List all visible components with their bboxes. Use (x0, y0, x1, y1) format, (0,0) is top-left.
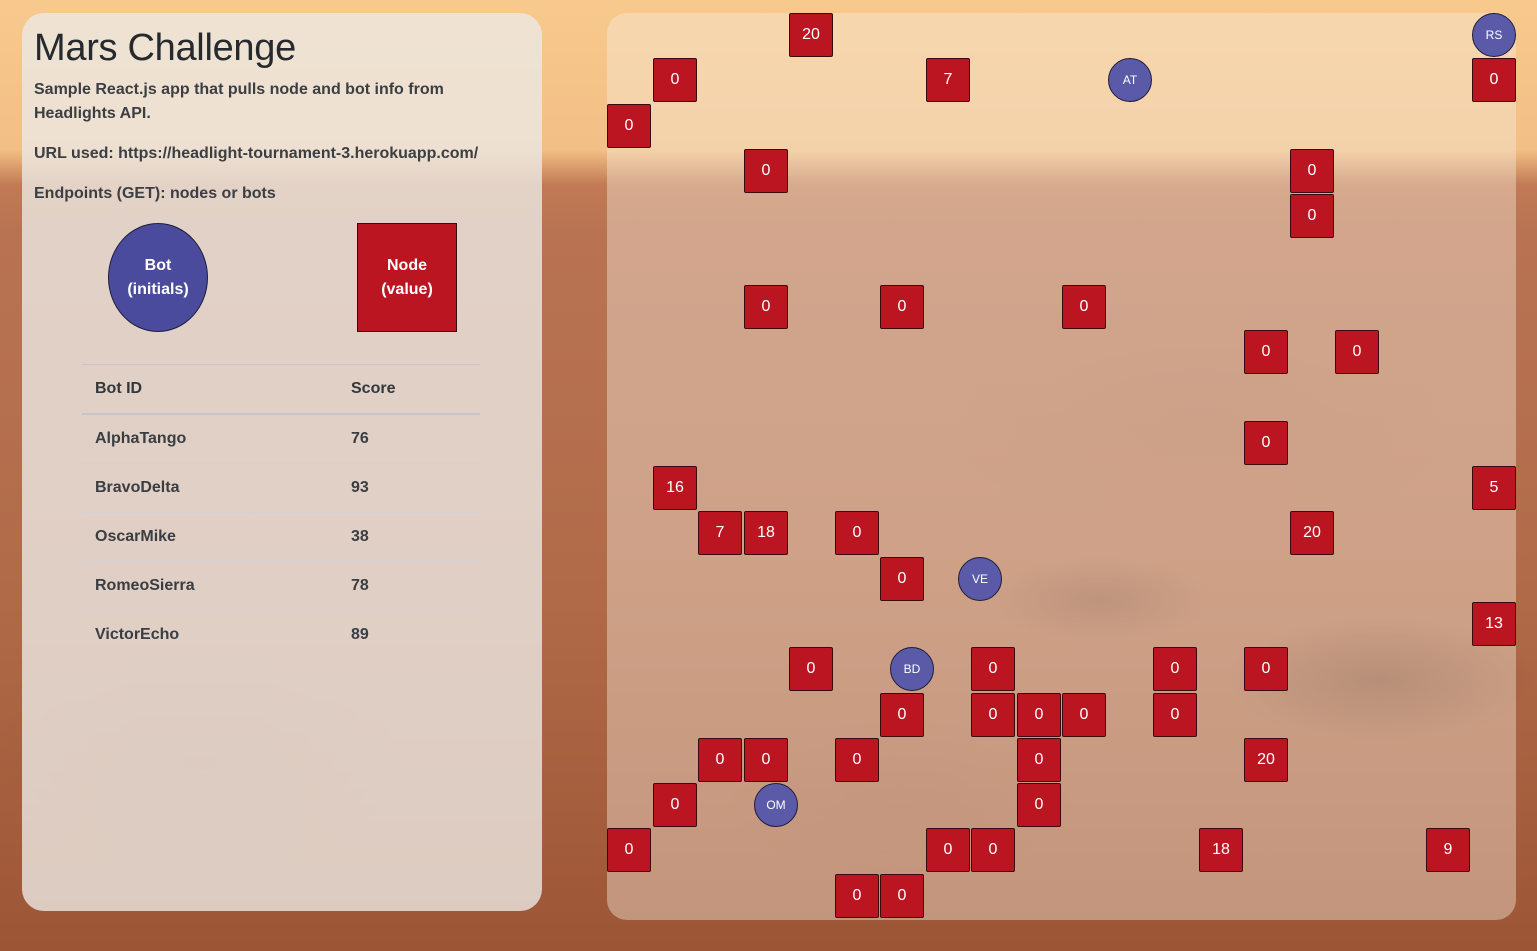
node-tile: 9 (1426, 828, 1470, 872)
node-tile: 0 (607, 104, 651, 148)
node-tile: 0 (926, 828, 970, 872)
node-tile: 0 (1290, 194, 1334, 238)
node-tile: 18 (1199, 828, 1243, 872)
node-tile: 0 (1062, 285, 1106, 329)
node-tile: 0 (1244, 647, 1288, 691)
node-tile: 0 (971, 828, 1015, 872)
node-tile: 0 (971, 647, 1015, 691)
score-cell: 38 (338, 512, 480, 562)
bot-id-cell: AlphaTango (82, 414, 338, 464)
legend: Bot (initials) Node (value) (22, 223, 542, 333)
node-tile: 20 (1244, 738, 1288, 782)
node-tile: 0 (1472, 58, 1516, 102)
node-tile: 0 (1244, 421, 1288, 465)
node-tile: 0 (1017, 783, 1061, 827)
bot-id-cell: VictorEcho (95, 626, 180, 643)
node-tile: 0 (789, 647, 833, 691)
node-tile: 0 (653, 783, 697, 827)
node-tile: 0 (971, 693, 1015, 737)
info-panel: Mars Challenge Sample React.js app that … (22, 13, 542, 911)
score-cell: 78 (338, 561, 480, 611)
url-line: URL used: https://headlight-tournament-3… (34, 145, 479, 162)
node-tile: 0 (1244, 330, 1288, 374)
node-tile: 0 (1017, 693, 1061, 737)
bot-marker: BD (890, 647, 934, 691)
node-tile: 0 (744, 149, 788, 193)
node-tile: 0 (880, 557, 924, 601)
node-tile: 18 (744, 511, 788, 555)
page-title: Mars Challenge (34, 27, 296, 69)
node-tile: 0 (1335, 330, 1379, 374)
node-tile: 0 (1062, 693, 1106, 737)
node-tile: 0 (1017, 738, 1061, 782)
table-header-row: Bot ID Score (82, 364, 480, 415)
app-description: Sample React.js app that pulls node and … (34, 81, 444, 122)
node-tile: 0 (744, 738, 788, 782)
node-tile: 0 (744, 285, 788, 329)
bot-marker: VE (958, 557, 1002, 601)
node-tile: 0 (835, 511, 879, 555)
table-row: VictorEcho 89 (82, 611, 480, 660)
legend-node: Node (value) (357, 223, 457, 332)
table-row: OscarMike 38 (82, 512, 480, 562)
node-tile: 0 (1290, 149, 1334, 193)
node-tile: 0 (835, 874, 879, 918)
node-tile: 0 (653, 58, 697, 102)
table-row: RomeoSierra 78 (82, 561, 480, 611)
table-row: BravoDelta 93 (82, 463, 480, 513)
column-header-bot-id: Bot ID (82, 364, 338, 415)
legend-bot: Bot (initials) (108, 223, 208, 332)
bot-marker: RS (1472, 13, 1516, 57)
node-tile: 0 (880, 693, 924, 737)
node-tile: 0 (1153, 647, 1197, 691)
score-table: Bot ID Score AlphaTango 76 BravoDelta 93… (82, 364, 480, 659)
bot-id-cell: OscarMike (82, 512, 338, 562)
node-tile: 5 (1472, 466, 1516, 510)
node-tile: 0 (698, 738, 742, 782)
endpoints-line: Endpoints (GET): nodes or bots (34, 185, 276, 202)
node-tile: 16 (653, 466, 697, 510)
score-cell: 76 (338, 414, 480, 464)
column-header-score: Score (338, 364, 480, 415)
score-cell: 93 (338, 463, 480, 513)
bot-marker: AT (1108, 58, 1152, 102)
node-tile: 20 (789, 13, 833, 57)
node-tile: 7 (926, 58, 970, 102)
node-tile: 7 (698, 511, 742, 555)
node-tile: 20 (1290, 511, 1334, 555)
table-row: AlphaTango 76 (82, 414, 480, 464)
map-grid: 20 0 7 0 0 0 0 0 0 0 0 0 0 0 16 5 7 18 0 20 0 13 0 0 0 0 0 0 0 0 0 0 0 0 0… (607, 13, 1537, 951)
node-tile: 0 (880, 285, 924, 329)
bot-id-cell: RomeoSierra (82, 561, 338, 611)
node-tile: 0 (1153, 693, 1197, 737)
node-tile: 0 (835, 738, 879, 782)
bot-id-cell: BravoDelta (82, 463, 338, 513)
node-tile: 13 (1472, 602, 1516, 646)
node-tile: 0 (607, 828, 651, 872)
node-tile: 0 (880, 874, 924, 918)
bot-marker: OM (754, 783, 798, 827)
score-cell: 89 (351, 626, 369, 643)
